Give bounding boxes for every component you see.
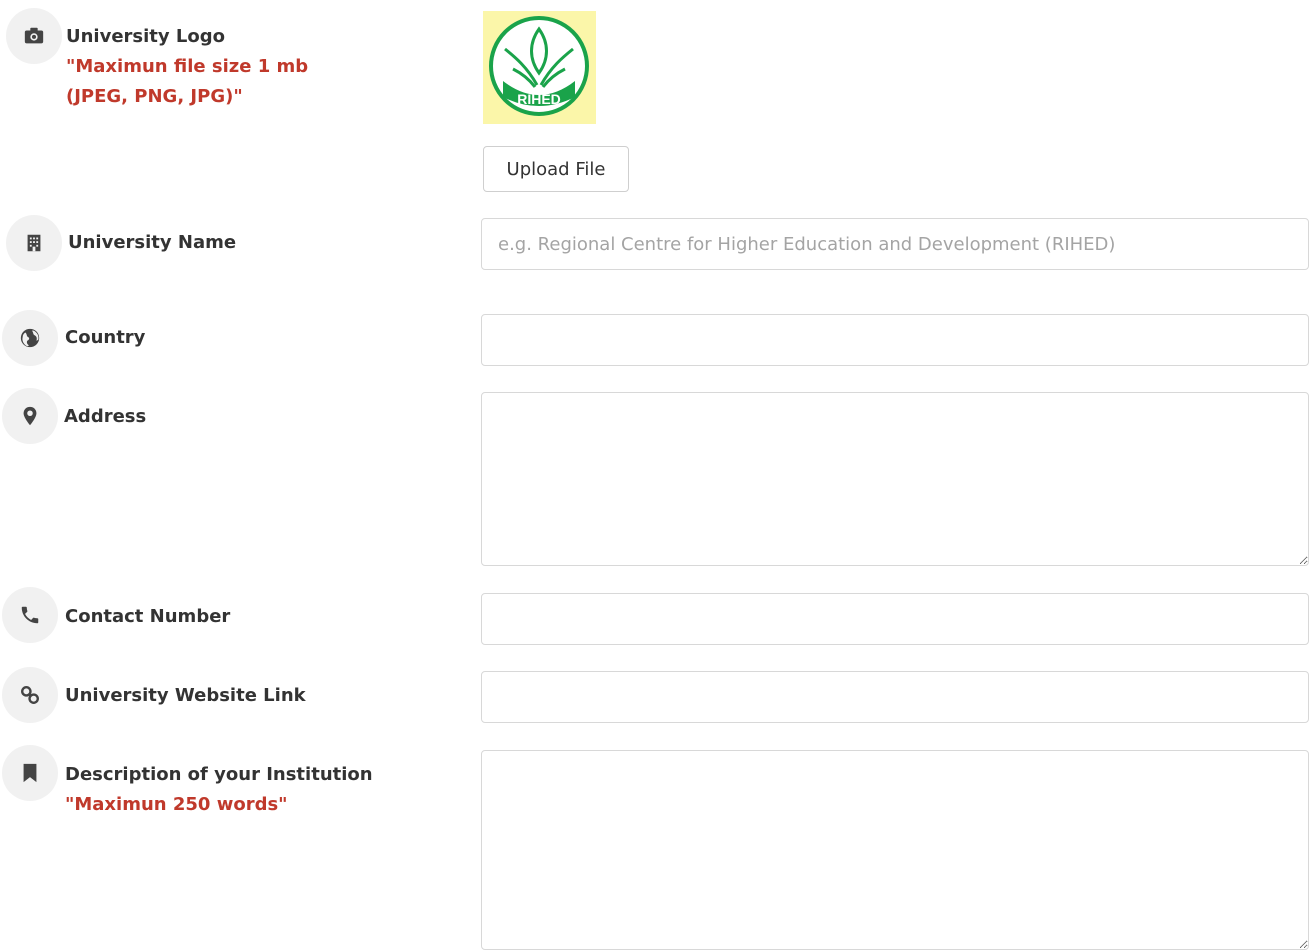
svg-text:RIHED: RIHED [517, 91, 561, 107]
phone-icon [2, 587, 58, 643]
website-link-label: University Website Link [65, 685, 306, 706]
university-logo-image: RIHED [483, 11, 596, 124]
university-logo-label: University Logo "Maximun file size 1 mb … [66, 22, 308, 112]
country-label: Country [65, 327, 146, 348]
address-label: Address [64, 406, 147, 427]
contact-number-label: Contact Number [65, 606, 231, 627]
globe-icon [2, 310, 58, 366]
description-textarea[interactable] [481, 750, 1309, 950]
link-icon [2, 667, 58, 723]
university-name-label: University Name [68, 232, 237, 253]
building-icon [6, 215, 62, 271]
address-textarea[interactable] [481, 392, 1309, 566]
contact-number-input[interactable] [481, 593, 1309, 645]
country-input[interactable] [481, 314, 1309, 366]
upload-file-button[interactable]: Upload File [483, 146, 629, 192]
description-label: Description of your Institution "Maximun… [65, 760, 373, 820]
description-word-limit-note: "Maximun 250 words" [65, 794, 288, 815]
logo-format-note: (JPEG, PNG, JPG)" [66, 86, 243, 107]
university-name-input[interactable] [481, 218, 1309, 270]
bookmark-icon [2, 745, 58, 801]
website-link-input[interactable] [481, 671, 1309, 723]
map-marker-icon [2, 388, 58, 444]
camera-icon [6, 8, 62, 64]
logo-size-note: "Maximun file size 1 mb [66, 56, 309, 77]
